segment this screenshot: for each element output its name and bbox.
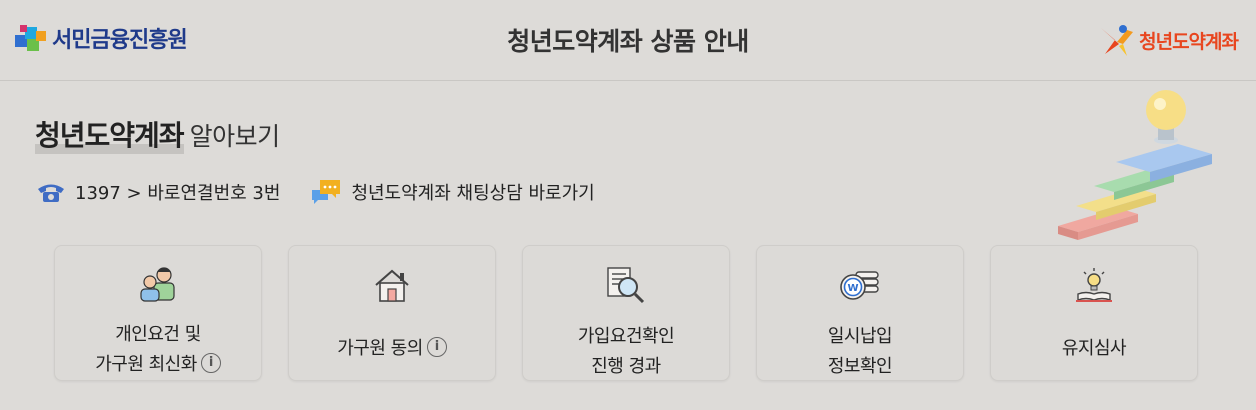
product-logo-mark-icon [1101,25,1134,56]
card-label: 유지심사 [1061,334,1127,364]
svg-text:W: W [847,283,858,294]
section-heading-sub: 알아보기 [189,122,281,151]
card-household-consent[interactable]: 가구원 동의 i [288,245,496,381]
card-label-line1: 유지심사 [1061,338,1127,359]
contact-row: 1397 > 바로연결번호 3번 청년도약계좌 채팅상담 바로가기 [36,178,625,206]
section-heading-strong: 청년도약계좌 [35,119,185,152]
menu-cards: 개인요건 및 가구원 최신화 i 가구원 동의 i 가입요건확인 진행 경과 W… [54,245,1198,381]
card-label-line1: 개인요건 및 [115,324,201,345]
page-title: 청년도약계좌 상품 안내 [507,27,749,56]
product-logo[interactable]: 청년도약계좌 [1097,20,1239,60]
card-eligibility-progress[interactable]: 가입요건확인 진행 경과 [522,245,730,381]
info-icon[interactable]: i [426,337,447,357]
stairs-lightbulb-illustration [1054,88,1234,252]
card-lump-sum-info[interactable]: W 일시납입 정보확인 [756,245,964,381]
card-label: 개인요건 및 가구원 최신화 i [95,320,221,380]
card-personal-requirements[interactable]: 개인요건 및 가구원 최신화 i [54,245,262,381]
card-label-line1: 가구원 동의 [337,338,423,359]
document-search-icon [604,266,648,304]
card-label-line2-text: 가구원 최신화 [95,354,197,375]
product-logo-text: 청년도약계좌 [1139,30,1239,53]
card-label-line2: 가구원 최신화 i [95,350,221,380]
family-icon [138,266,178,302]
lightbulb-book-icon [1072,266,1116,304]
card-maintenance-review[interactable]: 유지심사 [990,245,1198,381]
card-label: 가구원 동의 i [337,334,447,364]
chat-consult-text: 청년도약계좌 채팅상담 바로가기 [351,183,595,204]
stairs-lightbulb-icon [1058,90,1212,240]
card-label-line2: 정보확인 [827,356,893,377]
chat-consult-link[interactable]: 청년도약계좌 채팅상담 바로가기 [310,178,595,206]
top-header: 서민금융진흥원 청년도약계좌 상품 안내 청년도약계좌 [0,0,1256,81]
phone-contact[interactable]: 1397 > 바로연결번호 3번 [36,179,280,205]
card-label-line1: 가입요건확인 [577,326,675,347]
phone-icon [38,184,64,202]
card-label: 일시납입 정보확인 [827,322,893,382]
card-label-line1: 일시납입 [827,326,893,347]
house-icon [372,266,412,304]
phone-contact-text: 1397 > 바로연결번호 3번 [75,183,281,204]
card-label: 가입요건확인 진행 경과 [577,322,675,382]
coin-stack-icon: W [838,266,882,304]
chat-bubble-icon [312,180,341,204]
section-heading: 청년도약계좌 알아보기 [35,114,280,154]
info-icon[interactable]: i [200,353,221,373]
card-label-line2: 진행 경과 [591,356,661,377]
